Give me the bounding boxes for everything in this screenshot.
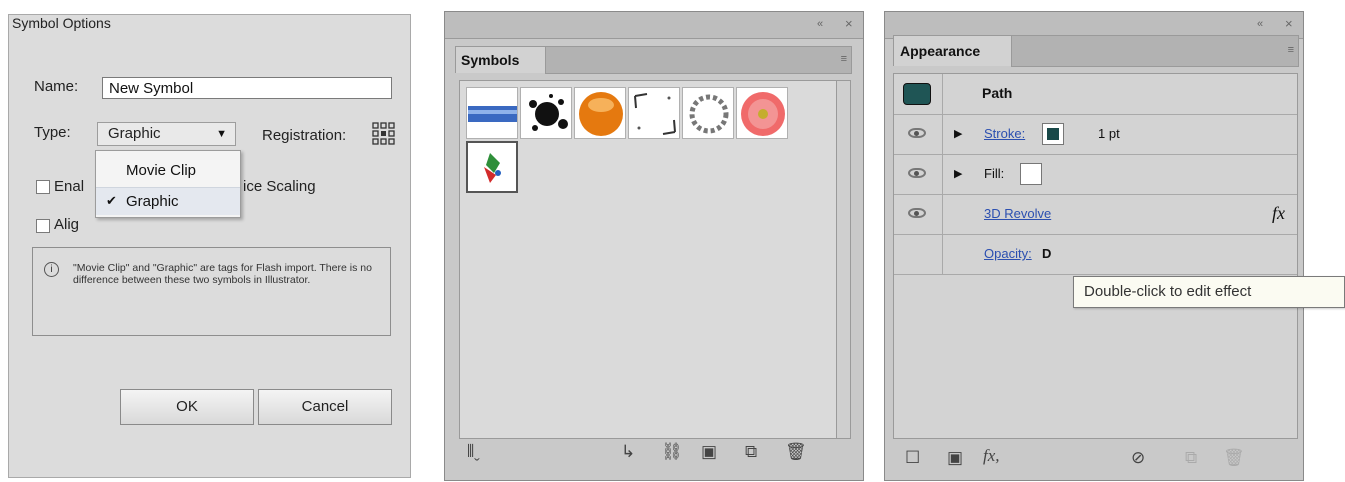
panel-title-bar[interactable]: « × bbox=[445, 12, 863, 39]
effect-tooltip: Double-click to edit effect bbox=[1073, 276, 1345, 308]
symbols-panel: « × Symbols ≡ ⫴ˬ ↳ ⛓ ▣ ⧉ 🗑 bbox=[444, 11, 864, 481]
expand-triangle-icon[interactable]: ▶ bbox=[954, 127, 962, 140]
symbol-grid bbox=[459, 80, 838, 439]
type-label: Type: bbox=[34, 124, 71, 141]
add-stroke-icon[interactable]: ☐ bbox=[905, 448, 920, 468]
collapse-icon[interactable]: « bbox=[817, 18, 823, 30]
menu-item-label: Graphic bbox=[126, 193, 179, 210]
tab-appearance[interactable]: Appearance bbox=[893, 35, 1013, 66]
type-select-value: Graphic bbox=[108, 125, 161, 142]
place-symbol-icon[interactable]: ↳ bbox=[621, 442, 635, 462]
tab-strip: ≡ bbox=[545, 46, 852, 74]
tab-symbols[interactable]: Symbols bbox=[455, 46, 547, 73]
visibility-cell[interactable] bbox=[894, 154, 943, 194]
enable-guides-checkbox[interactable] bbox=[36, 180, 50, 194]
eye-icon[interactable] bbox=[908, 128, 926, 138]
enable-guides-label-end: ice Scaling bbox=[243, 178, 316, 195]
symbol-swatch-dot-ring[interactable] bbox=[682, 87, 734, 139]
stroke-row[interactable]: ▶ Stroke: 1 pt bbox=[894, 114, 1297, 155]
eye-icon[interactable] bbox=[908, 168, 926, 178]
visibility-cell[interactable] bbox=[894, 114, 943, 154]
stroke-link[interactable]: Stroke: bbox=[984, 126, 1025, 141]
opacity-link[interactable]: Opacity: bbox=[984, 246, 1032, 261]
fill-label: Fill: bbox=[984, 166, 1005, 181]
enable-guides-label-start: Enal bbox=[54, 178, 85, 195]
panel-menu-icon[interactable]: ≡ bbox=[841, 53, 847, 65]
symbol-swatch-ink-splat[interactable] bbox=[520, 87, 572, 139]
dialog-title: Symbol Options bbox=[12, 15, 111, 31]
visibility-cell[interactable] bbox=[894, 194, 943, 234]
stroke-swatch[interactable] bbox=[1042, 123, 1064, 145]
delete-icon[interactable]: 🗑 bbox=[785, 442, 807, 462]
tab-label: Symbols bbox=[461, 52, 520, 68]
symbol-swatch-blue-bar[interactable] bbox=[466, 87, 518, 139]
3d-revolve-link[interactable]: 3D Revolve bbox=[984, 206, 1051, 221]
path-header-row[interactable]: Path bbox=[894, 74, 1297, 115]
align-pixel-grid-checkbox[interactable] bbox=[36, 219, 50, 233]
name-input[interactable] bbox=[102, 77, 392, 99]
menu-item-graphic[interactable]: ✔ Graphic bbox=[96, 187, 240, 215]
symbol-options-icon[interactable]: ▣ bbox=[701, 442, 717, 462]
expand-triangle-icon[interactable]: ▶ bbox=[954, 167, 962, 180]
ok-button[interactable]: OK bbox=[120, 389, 254, 425]
visibility-cell[interactable] bbox=[894, 234, 943, 274]
info-text: "Movie Clip" and "Graphic" are tags for … bbox=[73, 262, 372, 286]
registration-label: Registration: bbox=[262, 127, 347, 144]
type-dropdown-menu: Movie Clip ✔ Graphic bbox=[95, 150, 241, 218]
align-label: Alig bbox=[54, 216, 80, 233]
close-icon[interactable]: × bbox=[1285, 16, 1293, 31]
cancel-button[interactable]: Cancel bbox=[258, 389, 392, 425]
opacity-row[interactable]: Opacity: D bbox=[894, 234, 1297, 275]
fx-icon: fx bbox=[1272, 203, 1285, 223]
chevron-down-icon: ▼ bbox=[216, 128, 227, 140]
registration-grid-icon[interactable] bbox=[372, 122, 396, 146]
opacity-value: D bbox=[1042, 246, 1052, 261]
symbol-swatch-flower[interactable] bbox=[736, 87, 788, 139]
checkmark-icon: ✔ bbox=[106, 193, 117, 208]
duplicate-item-icon[interactable]: ⧉ bbox=[1185, 448, 1197, 468]
path-thumbnail bbox=[903, 83, 931, 105]
appearance-list: Path ▶ Stroke: 1 pt ▶ Fill: 3D Revolve f… bbox=[893, 73, 1298, 439]
close-icon[interactable]: × bbox=[845, 16, 853, 31]
name-label: Name: bbox=[34, 78, 79, 95]
new-symbol-icon[interactable]: ⧉ bbox=[745, 442, 757, 462]
menu-item-label: Movie Clip bbox=[126, 162, 197, 179]
add-fill-icon[interactable]: ▣ bbox=[947, 448, 963, 468]
tab-label: Appearance bbox=[900, 43, 981, 59]
menu-item-movie-clip[interactable]: Movie Clip bbox=[96, 157, 240, 184]
collapse-icon[interactable]: « bbox=[1257, 18, 1263, 30]
path-label: Path bbox=[982, 85, 1013, 101]
info-icon: i bbox=[44, 262, 59, 277]
eye-icon[interactable] bbox=[908, 208, 926, 218]
symbol-swatch-orange-sphere[interactable] bbox=[574, 87, 626, 139]
thumbnail-cell bbox=[894, 74, 943, 114]
type-select[interactable]: Graphic ▼ bbox=[97, 122, 236, 146]
stroke-weight-value: 1 pt bbox=[1098, 126, 1120, 141]
effect-row[interactable]: 3D Revolve fx bbox=[894, 194, 1297, 235]
fill-swatch[interactable] bbox=[1020, 163, 1042, 185]
symbol-swatch-grunge-frame[interactable] bbox=[628, 87, 680, 139]
clear-appearance-icon[interactable]: ⊘ bbox=[1131, 448, 1145, 468]
break-link-icon[interactable]: ⛓ bbox=[661, 442, 683, 462]
panel-menu-icon[interactable]: ≡ bbox=[1288, 44, 1294, 56]
symbols-scrollbar[interactable] bbox=[836, 80, 851, 439]
appearance-panel: « × Appearance ≡ Path ▶ Stroke: 1 pt ▶ F… bbox=[884, 11, 1304, 481]
symbol-swatch-ribbon[interactable] bbox=[466, 141, 518, 193]
symbol-libraries-icon[interactable]: ⫴ˬ bbox=[467, 442, 480, 462]
fill-row[interactable]: ▶ Fill: bbox=[894, 154, 1297, 195]
add-effect-fx-icon[interactable]: fx, bbox=[983, 446, 1000, 466]
delete-item-icon[interactable]: 🗑 bbox=[1223, 448, 1245, 468]
info-box: i "Movie Clip" and "Graphic" are tags fo… bbox=[32, 247, 391, 336]
tab-strip: ≡ bbox=[1011, 35, 1299, 67]
